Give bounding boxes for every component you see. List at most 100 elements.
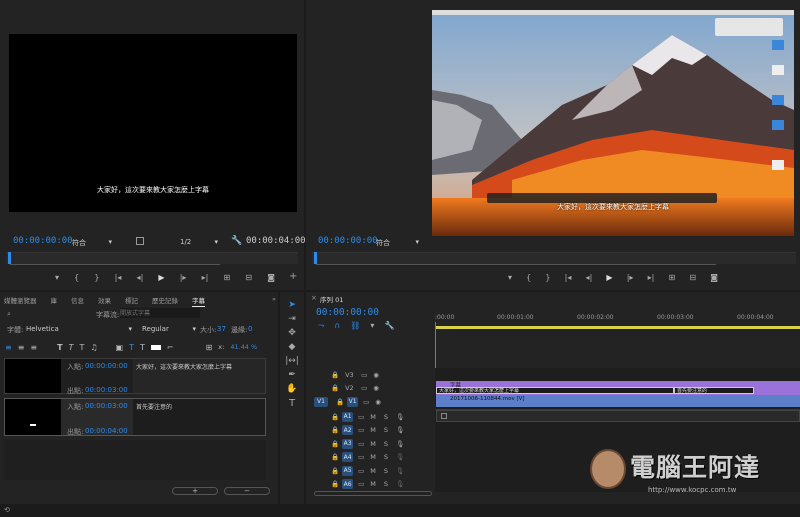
track-label[interactable]: A5 xyxy=(342,465,354,476)
align-center-icon[interactable]: ≡ xyxy=(18,343,25,352)
sync-lock-icon[interactable]: ▭ xyxy=(358,440,364,448)
solo-button[interactable]: S xyxy=(384,453,388,461)
audio-clip[interactable] xyxy=(436,410,800,422)
video-clip[interactable]: 20171006-110844.mov [V] xyxy=(436,395,800,407)
go-to-out-icon[interactable]: ▸| xyxy=(648,271,655,283)
align-right-icon[interactable]: ≡ xyxy=(30,343,37,352)
add-button-icon[interactable]: + xyxy=(289,271,297,282)
lock-icon[interactable]: 🔒 xyxy=(331,453,339,461)
eye-icon[interactable]: ◉ xyxy=(375,398,381,406)
caption-stream-input[interactable] xyxy=(120,308,200,318)
program-zoom-bar[interactable] xyxy=(316,264,716,268)
edge-value[interactable]: 0 xyxy=(248,325,252,333)
eye-icon[interactable]: ◉ xyxy=(373,371,379,379)
track-label[interactable]: V1 xyxy=(347,396,359,407)
microphone-icon[interactable]: 🎙 xyxy=(396,426,404,434)
source-scrubber[interactable] xyxy=(6,252,298,264)
camera-icon[interactable]: ◙ xyxy=(267,271,275,283)
out-timecode[interactable]: 00:00:03:00 xyxy=(85,386,128,394)
settings-small-icon[interactable] xyxy=(136,237,144,245)
marker-icon[interactable]: ▾ xyxy=(508,271,512,283)
italic-icon[interactable]: T xyxy=(69,343,74,352)
sync-lock-icon[interactable]: ▭ xyxy=(361,384,367,392)
play-icon[interactable]: ▶ xyxy=(606,271,612,283)
source-zoom-bar[interactable] xyxy=(10,264,220,268)
align-left-icon[interactable]: ≡ xyxy=(5,343,12,352)
microphone-icon[interactable]: 🎙 xyxy=(396,453,404,461)
mute-button[interactable]: M xyxy=(370,480,376,488)
tab-captions[interactable]: 字幕 xyxy=(192,295,205,307)
wrench-icon[interactable]: 🔧 xyxy=(384,321,394,331)
timeline-timecode[interactable]: 00:00:00:00 xyxy=(316,307,379,318)
mark-in-icon[interactable]: { xyxy=(526,271,531,283)
mark-in-icon[interactable]: { xyxy=(74,271,79,283)
style-dropdown[interactable]: Regular ▾ xyxy=(142,325,196,333)
eyedropper-icon[interactable]: ⌐ xyxy=(167,343,174,352)
mute-button[interactable]: M xyxy=(370,426,376,434)
search-icon[interactable]: ⌕ xyxy=(7,310,11,319)
music-note-icon[interactable]: ♫ xyxy=(90,343,97,352)
sync-lock-icon[interactable]: ▭ xyxy=(363,398,369,406)
render-status-icon[interactable]: ⟲ xyxy=(4,506,10,514)
source-patch[interactable]: V1 xyxy=(314,396,328,407)
solo-button[interactable]: S xyxy=(384,426,388,434)
source-resolution-dropdown[interactable]: 1/2 ▾ xyxy=(180,238,220,246)
eye-icon[interactable]: ◉ xyxy=(373,384,379,392)
mute-button[interactable]: M xyxy=(370,453,376,461)
snap-icon[interactable]: ∩ xyxy=(334,321,340,331)
step-back-icon[interactable]: ◂| xyxy=(137,271,144,283)
bold-icon[interactable]: T xyxy=(57,343,62,352)
timeline-scrollbar[interactable] xyxy=(314,491,432,496)
caption-entry[interactable]: 入點: 00:00:03:00 出點: 00:00:04:00 首先要注意的 xyxy=(4,398,266,436)
source-playhead-icon[interactable] xyxy=(8,252,11,264)
out-timecode[interactable]: 00:00:04:00 xyxy=(85,427,128,435)
size-value[interactable]: 37 xyxy=(217,325,226,333)
caption-segment[interactable]: 首先要注意的 xyxy=(674,387,754,394)
mute-button[interactable]: M xyxy=(370,440,376,448)
remove-caption-button[interactable]: − xyxy=(224,487,270,495)
selection-tool-icon[interactable]: ➤ xyxy=(288,300,296,310)
go-to-in-icon[interactable]: |◂ xyxy=(115,271,122,283)
type-tool-icon[interactable]: T xyxy=(289,398,295,409)
lock-icon[interactable]: 🔒 xyxy=(331,413,339,421)
extract-icon[interactable]: ⊟ xyxy=(689,271,696,283)
tab-libraries[interactable]: 庫 xyxy=(51,295,58,307)
tab-markers[interactable]: 標記 xyxy=(125,295,138,307)
step-forward-icon[interactable]: |▸ xyxy=(180,271,187,283)
track-label[interactable]: A3 xyxy=(342,438,354,449)
ripple-edit-icon[interactable]: ✥ xyxy=(288,328,296,338)
text-fill-icon[interactable]: T xyxy=(140,343,145,352)
hand-icon[interactable]: ✋ xyxy=(286,384,297,394)
sync-lock-icon[interactable]: ▭ xyxy=(358,426,364,434)
play-icon[interactable]: ▶ xyxy=(158,271,164,283)
go-to-out-icon[interactable]: ▸| xyxy=(202,271,209,283)
program-scrubber[interactable] xyxy=(312,252,796,264)
x-value[interactable]: 41.44 % xyxy=(230,343,257,351)
sync-lock-icon[interactable]: ▭ xyxy=(358,480,364,488)
sync-lock-icon[interactable]: ▭ xyxy=(358,453,364,461)
font-dropdown[interactable]: Helvetica ▾ xyxy=(26,325,132,333)
close-icon[interactable]: × xyxy=(311,294,317,302)
microphone-icon[interactable]: 🎙 xyxy=(396,467,404,475)
in-timecode[interactable]: 00:00:03:00 xyxy=(85,402,128,410)
underline-icon[interactable]: T xyxy=(79,343,84,352)
sync-lock-icon[interactable]: ▭ xyxy=(361,371,367,379)
microphone-icon[interactable]: 🎙 xyxy=(396,480,404,488)
lock-icon[interactable]: 🔒 xyxy=(331,371,339,379)
track-label[interactable]: A2 xyxy=(342,425,354,436)
color-swatch[interactable] xyxy=(150,344,161,350)
in-timecode[interactable]: 00:00:00:00 xyxy=(85,362,128,370)
solo-button[interactable]: S xyxy=(384,413,388,421)
overwrite-icon[interactable]: ⊟ xyxy=(245,271,252,283)
lock-icon[interactable]: 🔒 xyxy=(331,426,339,434)
sequence-tab[interactable]: 序列 01 xyxy=(320,294,343,304)
time-ruler[interactable]: :00:00 00:00:01:00 00:00:02:00 00:00:03:… xyxy=(435,312,800,332)
solo-button[interactable]: S xyxy=(384,480,388,488)
program-fit-dropdown[interactable]: 符合 ▾ xyxy=(376,238,421,248)
step-back-icon[interactable]: ◂| xyxy=(586,271,593,283)
lock-icon[interactable]: 🔒 xyxy=(331,440,339,448)
position-icon[interactable]: ⊞ xyxy=(206,343,213,352)
more-tabs-icon[interactable]: » xyxy=(272,295,276,307)
caption-text-field[interactable]: 大家好，這次要來教大家怎麼上字幕 xyxy=(133,359,265,393)
mute-button[interactable]: M xyxy=(370,467,376,475)
